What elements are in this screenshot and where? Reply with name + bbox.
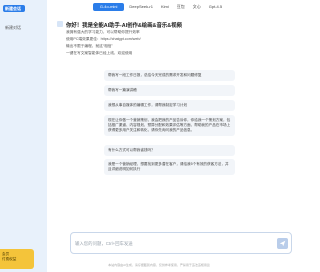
chat-input[interactable] bbox=[75, 239, 255, 247]
tab-gpt-4o-mini[interactable]: G-4o-mini bbox=[92, 3, 125, 11]
membership-badge-line2: 付费权益 bbox=[2, 257, 17, 261]
tab-deepseek-r1[interactable]: DeepSeek-r1 bbox=[126, 3, 156, 11]
suggestion-item[interactable]: 有什么方式可以帮我省钱吗？ bbox=[104, 145, 235, 156]
sidebar-new-chat-button[interactable]: 新建会话 bbox=[3, 5, 25, 12]
membership-badge[interactable]: 会员 付费权益 bbox=[0, 249, 34, 269]
welcome-line: 输出不限于编程，就这“相信” bbox=[66, 44, 113, 48]
suggestion-item[interactable]: 帮我写一篇演讲稿 bbox=[104, 85, 235, 96]
tab-kimi[interactable]: Kimi bbox=[158, 3, 172, 11]
suggestion-item[interactable]: 我想从事自媒体的编辑工作，请帮我制定学习计划 bbox=[104, 100, 235, 111]
welcome-title: 你好！我是全能AI助手-AI创作&绘画&音乐&视频 bbox=[66, 23, 182, 29]
suggestion-item[interactable]: 我是一个营销经理，想要找到更多潜在客户，请给我5个有效的获客方法，并且详细说明如… bbox=[104, 159, 235, 175]
send-button[interactable] bbox=[277, 238, 288, 249]
sidebar-item-new-conversation[interactable]: 新建对话 bbox=[3, 24, 23, 32]
footer-disclaimer: 本站内容由AI生成，请仔细甄别内容，仅供参考使用，严禁用于违法违规用途 bbox=[108, 263, 210, 267]
model-tabs: G-4o-mini DeepSeek-r1 Kimi 豆包 文心 Gpt-4.5 bbox=[47, 3, 271, 12]
assistant-avatar bbox=[57, 21, 63, 27]
tab-doubao[interactable]: 豆包 bbox=[174, 3, 188, 11]
tab-wenxin[interactable]: 文心 bbox=[190, 3, 204, 11]
sidebar: 新建会话 新建对话 会员 付费权益 bbox=[0, 0, 47, 272]
send-icon bbox=[279, 240, 286, 247]
welcome-line: 使用PC端效果更佳：https://chatgpt.com/web/ bbox=[66, 37, 141, 41]
suggestion-item[interactable]: 帮我写一段工作日报，总结今天完成的需求开发和问题修复 bbox=[104, 70, 235, 81]
main-panel: G-4o-mini DeepSeek-r1 Kimi 豆包 文心 Gpt-4.5… bbox=[47, 0, 292, 272]
tab-gpt-4-5[interactable]: Gpt-4.5 bbox=[206, 3, 225, 11]
welcome-line: 一键在写文案智能体已经上线，欢迎使用 bbox=[66, 51, 133, 55]
chat-input-box bbox=[70, 232, 292, 254]
suggestion-item[interactable]: 现在让你做一个营销策划，我会把我的产品告诉你，你给我一个策划方案，包括推广渠道、… bbox=[104, 115, 235, 136]
welcome-line: 我拥有强大的学习能力，可以帮助你提升效率 bbox=[66, 30, 140, 34]
